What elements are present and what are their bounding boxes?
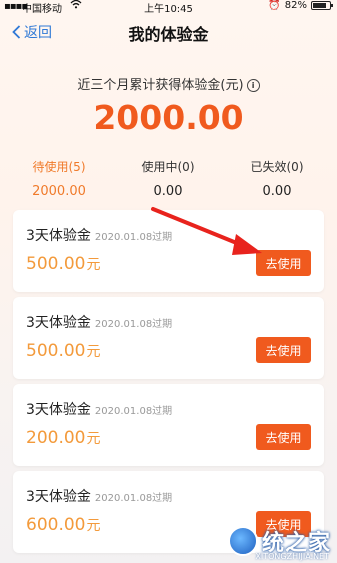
red-arrow-icon xyxy=(151,207,262,255)
watermark: 统之家 XITONGZHIJIA.NET xyxy=(227,525,331,561)
watermark-logo-icon xyxy=(227,526,258,556)
watermark-sub: XITONGZHIJIA.NET xyxy=(255,552,329,561)
